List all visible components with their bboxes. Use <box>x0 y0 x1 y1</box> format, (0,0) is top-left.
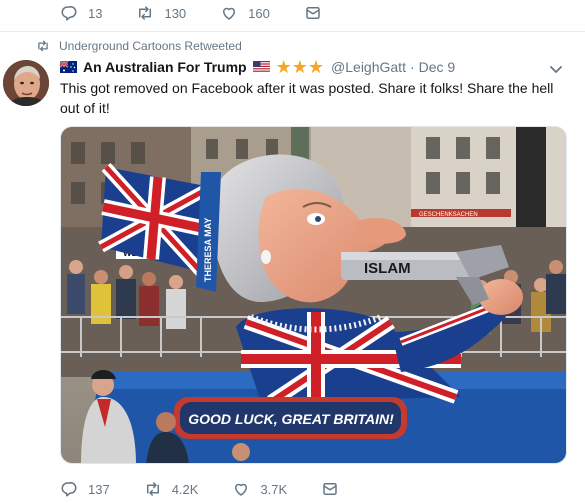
top-action-bar: 13 130 160 <box>60 2 366 24</box>
like-action[interactable]: 3.7K <box>232 480 287 498</box>
star-icon: ★★★ <box>275 57 325 77</box>
retweet-count: 4.2K <box>171 481 199 497</box>
tweet-text: This got removed on Facebook after it wa… <box>60 80 554 116</box>
tweet-action-bar: 137 4.2K 3.7K <box>60 478 383 500</box>
reply-action[interactable]: 137 <box>60 480 110 498</box>
avatar-image <box>3 60 49 106</box>
carnival-float-image: GESCHENKSACHEN WDR <box>61 127 566 463</box>
tweet-header: An Australian For Trump ★★★ @LeighGatt ·… <box>60 57 455 77</box>
retweet-count: 130 <box>164 5 187 21</box>
float-banner-text: GOOD LUCK, GREAT BRITAIN! <box>188 411 394 427</box>
avatar[interactable] <box>3 60 49 106</box>
reply-count: 137 <box>88 481 110 497</box>
like-count: 160 <box>248 5 270 21</box>
retweet-header[interactable]: Underground Cartoons Retweeted <box>36 39 242 53</box>
retweet-icon <box>38 40 48 52</box>
tweet-divider <box>0 31 585 32</box>
reply-count: 13 <box>88 5 103 21</box>
gun-label-text: ISLAM <box>364 260 411 277</box>
tweet-date[interactable]: Dec 9 <box>419 59 456 75</box>
retweet-action[interactable]: 4.2K <box>144 480 199 498</box>
star-rating: ★★★ <box>276 58 326 76</box>
like-count: 3.7K <box>260 481 288 497</box>
store-sign-text: GESCHENKSACHEN <box>419 212 478 218</box>
user-handle[interactable]: @LeighGatt <box>331 59 406 75</box>
dm-icon <box>306 7 320 19</box>
separator: · <box>409 59 415 75</box>
retweet-action[interactable]: 130 <box>136 4 186 22</box>
us-flag-icon <box>252 61 270 73</box>
reply-action[interactable]: 13 <box>60 4 102 22</box>
retweet-header-text: Underground Cartoons Retweeted <box>59 39 242 53</box>
tweet-media[interactable]: GESCHENKSACHEN WDR <box>60 126 567 464</box>
like-action[interactable]: 160 <box>220 4 270 22</box>
display-name[interactable]: An Australian For Trump <box>83 59 247 75</box>
dm-icon <box>323 483 337 495</box>
dm-action[interactable] <box>321 480 349 498</box>
reply-icon <box>61 481 77 497</box>
like-icon <box>223 7 236 20</box>
retweet-icon <box>146 482 159 496</box>
australia-flag-icon <box>60 61 77 73</box>
retweet-icon <box>139 6 152 20</box>
caret-down-icon[interactable] <box>549 62 563 76</box>
hat-label-text: THERESA MAY <box>203 218 213 282</box>
reply-icon <box>61 5 77 21</box>
dm-action[interactable] <box>304 4 332 22</box>
like-icon <box>235 483 248 496</box>
